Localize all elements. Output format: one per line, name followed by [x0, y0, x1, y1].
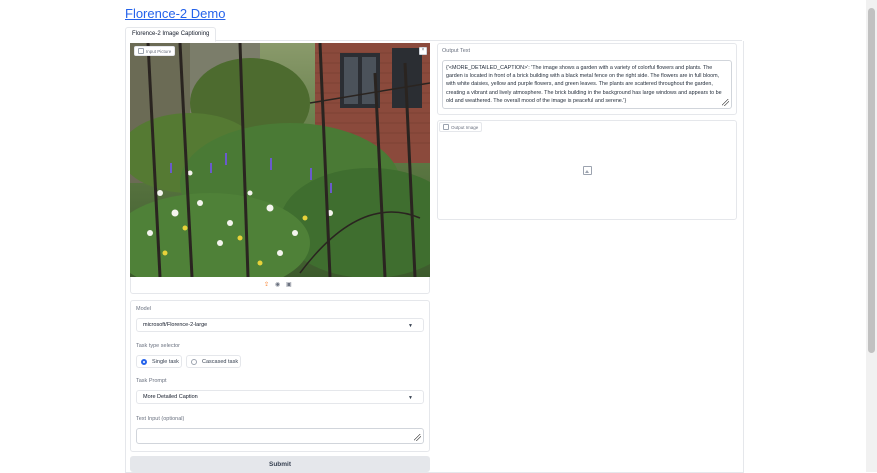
model-dropdown[interactable]: microsoft/Florence-2-large ▼: [136, 318, 424, 332]
radio-cascaded-task[interactable]: Cascased task: [186, 355, 241, 368]
webcam-icon[interactable]: ◉: [275, 282, 281, 288]
output-image-label: Output Image: [439, 122, 483, 132]
upload-icon[interactable]: ⇪: [264, 282, 270, 288]
page-title[interactable]: Florence-2 Demo: [125, 6, 225, 21]
model-dropdown-value: microsoft/Florence-2-large: [143, 322, 208, 328]
chevron-down-icon: ▼: [408, 395, 413, 401]
image-placeholder-icon: [583, 166, 592, 175]
task-prompt-label: Task Prompt: [136, 378, 167, 384]
model-label: Model: [136, 306, 151, 312]
scrollbar-thumb[interactable]: [868, 8, 875, 353]
text-input-field[interactable]: [136, 428, 424, 444]
text-input-label: Text Input (optional): [136, 416, 185, 422]
clipboard-icon[interactable]: ▣: [286, 282, 292, 288]
image-toolbar: ⇪ ◉ ▣: [264, 282, 292, 288]
task-prompt-dropdown[interactable]: More Detailed Caption ▼: [136, 390, 424, 404]
input-image: [130, 43, 430, 277]
chevron-down-icon: ▼: [408, 323, 413, 329]
radio-unselected-icon: [191, 359, 197, 365]
radio-selected-icon: [141, 359, 147, 365]
clear-image-icon[interactable]: ×: [419, 47, 427, 55]
input-image-label: Input Picture: [134, 46, 176, 56]
tab-bar: Florence-2 Image Captioning: [125, 27, 742, 42]
page-scrollbar[interactable]: [866, 0, 877, 472]
image-icon: [138, 48, 144, 54]
output-text-value: {'<MORE_DETAILED_CAPTION>': 'The image s…: [446, 65, 722, 104]
radio-single-task[interactable]: Single task: [136, 355, 182, 368]
garden-photo: [130, 43, 430, 277]
submit-button[interactable]: Submit: [130, 456, 430, 472]
resize-handle-icon[interactable]: [414, 434, 421, 441]
image-icon: [443, 124, 449, 130]
task-prompt-value: More Detailed Caption: [143, 394, 198, 400]
task-type-label: Task type selector: [136, 343, 181, 349]
tab-image-captioning[interactable]: Florence-2 Image Captioning: [125, 27, 217, 42]
output-text-label: Output Text: [442, 48, 471, 54]
